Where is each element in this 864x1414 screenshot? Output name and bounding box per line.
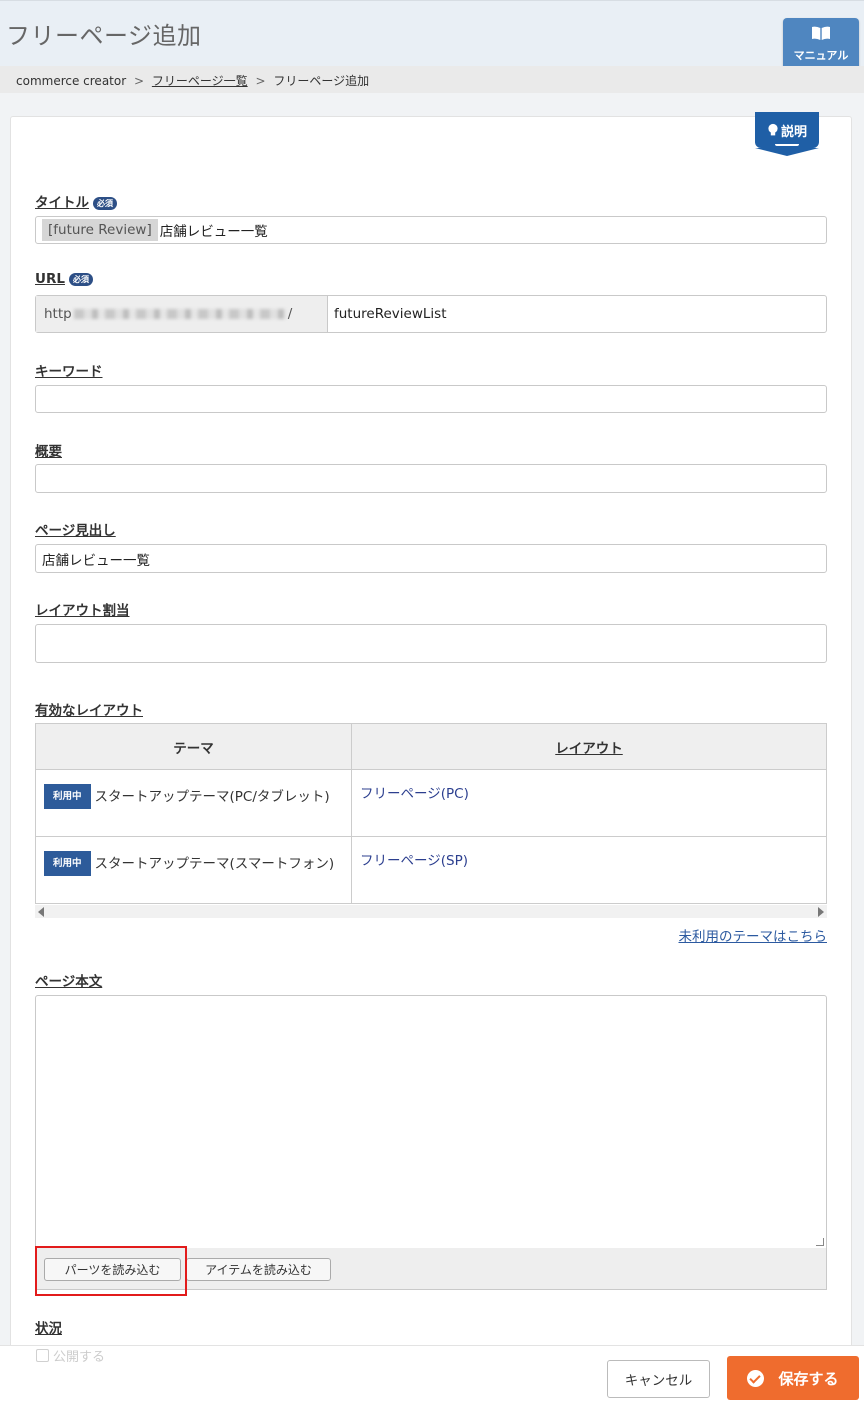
- heading-value: 店舗レビュー一覧: [42, 552, 150, 569]
- highlight-box: [35, 1246, 187, 1296]
- status-label: 状況: [35, 1321, 62, 1337]
- table-row: 利用中 スタートアップテーマ(スマートフォン) フリーページ(SP): [35, 836, 827, 904]
- check-circle-icon: [747, 1369, 765, 1387]
- url-path-value: futureReviewList: [334, 306, 447, 322]
- summary-label: 概要: [35, 444, 62, 460]
- in-use-badge: 利用中: [44, 784, 91, 809]
- save-label: 保存する: [778, 1369, 839, 1388]
- theme-name: スタートアップテーマ(PC/タブレット): [94, 789, 330, 805]
- manual-label: マニュアル: [793, 49, 849, 62]
- page-body-textarea[interactable]: [35, 995, 827, 1249]
- breadcrumb-separator: >: [133, 74, 145, 88]
- breadcrumb-link-free-page-list[interactable]: フリーページ一覧: [152, 74, 248, 88]
- layout-cell: フリーページ(PC): [351, 769, 827, 837]
- breadcrumb: commerce creator > フリーページ一覧 > フリーページ追加: [16, 72, 369, 89]
- heading-input[interactable]: 店舗レビュー一覧: [35, 544, 827, 573]
- resize-handle-icon[interactable]: [816, 1238, 824, 1246]
- book-icon: [812, 26, 830, 40]
- table-row: 利用中 スタートアップテーマ(PC/タブレット) フリーページ(PC): [35, 769, 827, 837]
- layout-assign-label: レイアウト割当: [35, 603, 130, 619]
- breadcrumb-root: commerce creator: [16, 74, 127, 88]
- title-prefix: [future Review]: [42, 219, 158, 241]
- page-body-label: ページ本文: [35, 974, 103, 990]
- heading-label: ページ見出し: [35, 523, 116, 539]
- help-underline: [775, 144, 799, 146]
- title-input[interactable]: [future Review] 店舗レビュー一覧: [35, 216, 827, 244]
- load-items-button[interactable]: アイテムを読み込む: [186, 1258, 331, 1281]
- column-header-theme: テーマ: [35, 723, 352, 770]
- valid-layouts-table: テーマ レイアウト 利用中 スタートアップテーマ(PC/タブレット) フリーページ…: [35, 723, 827, 904]
- layout-assign-select[interactable]: [35, 624, 827, 663]
- publish-label: 公開する: [53, 1350, 106, 1365]
- title-label: タイトル 必須: [35, 191, 117, 211]
- theme-cell: 利用中 スタートアップテーマ(PC/タブレット): [35, 769, 352, 837]
- valid-layouts-label: 有効なレイアウト: [35, 703, 143, 719]
- required-badge: 必須: [93, 196, 117, 210]
- breadcrumb-current: フリーページ追加: [273, 74, 370, 88]
- layout-link[interactable]: フリーページ(PC): [360, 786, 469, 802]
- table-header-row: テーマ レイアウト: [35, 723, 827, 770]
- help-label: 説明: [780, 124, 807, 140]
- layout-cell: フリーページ(SP): [351, 836, 827, 904]
- url-base: http /: [36, 296, 328, 332]
- save-button[interactable]: 保存する: [727, 1356, 859, 1400]
- summary-input[interactable]: [35, 464, 827, 493]
- url-path-input[interactable]: futureReviewList: [328, 296, 826, 332]
- url-base-end: /: [287, 306, 293, 322]
- title-label-text: タイトル: [35, 195, 89, 211]
- theme-name: スタートアップテーマ(スマートフォン): [94, 856, 335, 872]
- url-label: URL 必須: [35, 271, 93, 287]
- required-badge: 必須: [68, 272, 93, 286]
- checkbox-box[interactable]: [36, 1349, 49, 1362]
- scroll-right-arrow-icon[interactable]: [818, 907, 824, 917]
- layout-link[interactable]: フリーページ(SP): [360, 853, 468, 869]
- lightbulb-icon: [768, 123, 778, 135]
- url-base-redacted: [73, 309, 286, 319]
- in-use-badge: 利用中: [44, 851, 91, 876]
- column-header-layout[interactable]: レイアウト: [351, 723, 827, 770]
- cancel-button[interactable]: キャンセル: [607, 1360, 710, 1398]
- title-value: 店舗レビュー一覧: [159, 224, 268, 240]
- keyword-label: キーワード: [35, 364, 103, 380]
- horizontal-scrollbar[interactable]: [35, 905, 827, 918]
- url-base-start: http: [44, 306, 72, 322]
- publish-checkbox[interactable]: 公開する: [36, 1346, 105, 1365]
- page-title: フリーページ追加: [6, 22, 202, 50]
- url-field: http / futureReviewList: [35, 295, 827, 333]
- help-button[interactable]: 説明: [755, 112, 819, 156]
- unused-themes-link[interactable]: 未利用のテーマはこちら: [679, 925, 828, 945]
- manual-button[interactable]: マニュアル: [783, 18, 859, 72]
- scroll-left-arrow-icon[interactable]: [38, 907, 44, 917]
- keyword-input[interactable]: [35, 385, 827, 413]
- theme-cell: 利用中 スタートアップテーマ(スマートフォン): [35, 836, 352, 904]
- url-label-text: URL: [35, 271, 65, 287]
- breadcrumb-separator: >: [255, 74, 266, 88]
